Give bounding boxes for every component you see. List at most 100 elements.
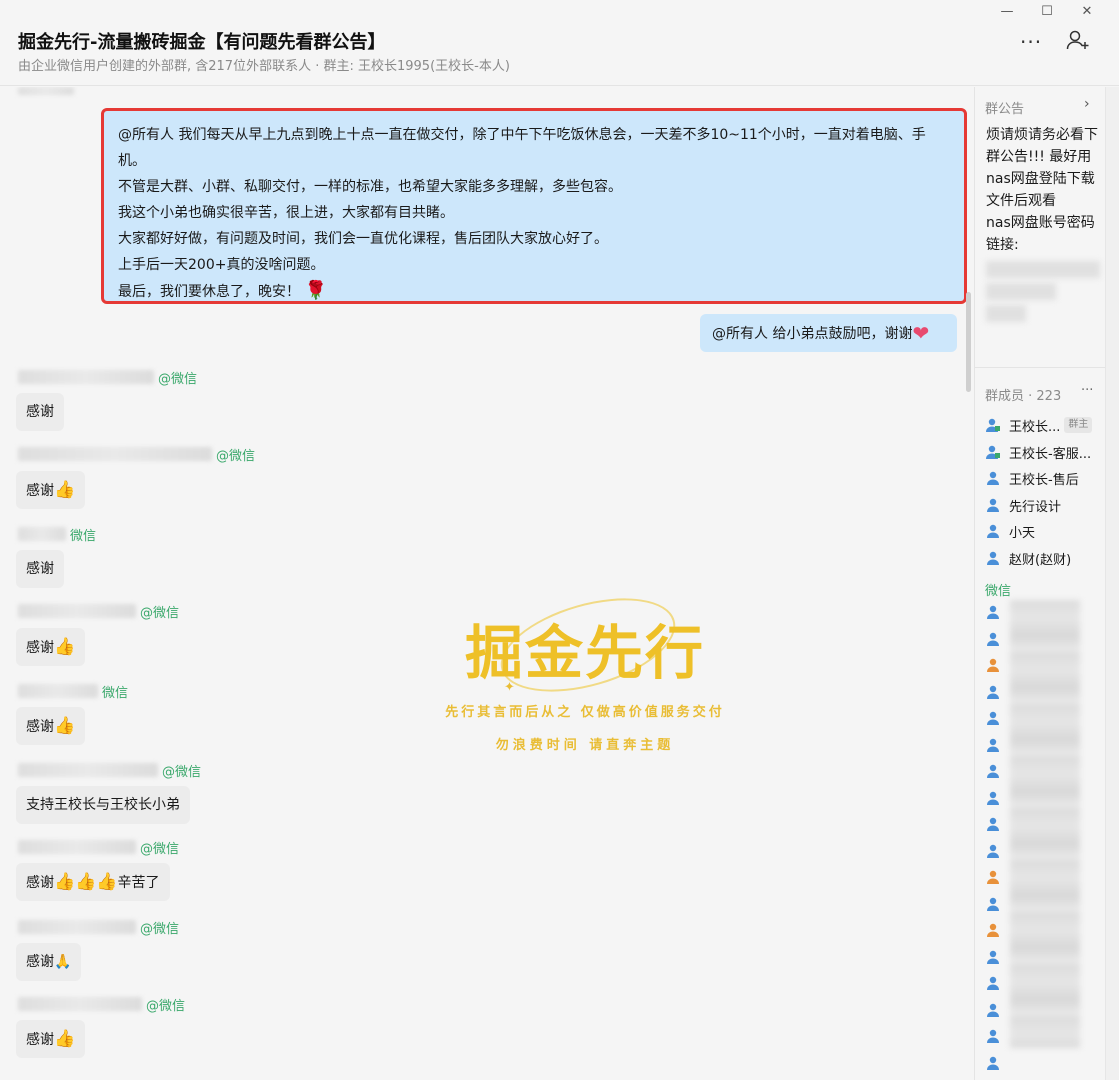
more-options-button[interactable]: ··· <box>1020 30 1042 54</box>
blurred-sender-name <box>18 684 98 698</box>
announcement-message[interactable]: @所有人 我们每天从早上九点到晚上十点一直在做交付，除了中午下午吃饭休息会，一天… <box>101 108 967 304</box>
message-list[interactable]: @所有人 我们每天从早上九点到晚上十点一直在做交付，除了中午下午吃饭休息会，一天… <box>0 87 974 1080</box>
user-icon[interactable] <box>985 684 1001 700</box>
sidebar-scrollbar[interactable] <box>1105 87 1119 1080</box>
member-item[interactable]: 王校长-客服... <box>985 442 1091 462</box>
wechat-tag: @微信 <box>158 371 198 387</box>
announcement-line: 上手后一天200+真的没啥问题。 <box>118 257 325 273</box>
maximize-button[interactable]: ☐ <box>1029 0 1065 22</box>
user-icon[interactable] <box>985 816 1001 832</box>
blurred-member-names <box>1010 600 1080 1048</box>
user-icon[interactable] <box>985 843 1001 859</box>
message-bubble[interactable]: 感谢 <box>16 393 64 431</box>
message-bubble[interactable]: 感谢👍👍👍辛苦了 <box>16 863 170 901</box>
blurred-sender-name <box>18 527 66 541</box>
user-icon[interactable] <box>985 790 1001 806</box>
watermark-logo: 掘金先行 ✦ 先行其言而后从之 仅做高价值服务交付 勿浪费时间 请直奔主题 <box>420 580 750 760</box>
blurred-sender-name <box>18 763 158 777</box>
user-icon[interactable] <box>985 1002 1001 1018</box>
thumbs-up-icon: 👍 <box>75 872 97 892</box>
message-suffix: 辛苦了 <box>117 875 160 891</box>
message-bubble[interactable]: 感谢👍 <box>16 471 86 509</box>
chevron-right-icon[interactable]: › <box>1084 96 1090 112</box>
cheer-text: @所有人 给小弟点鼓励吧，谢谢 <box>712 326 913 342</box>
blurred-sender-name <box>18 920 136 934</box>
user-icon[interactable] <box>985 869 1001 885</box>
user-icon[interactable] <box>985 975 1001 991</box>
message-text: 感谢 <box>26 954 54 970</box>
user-icon[interactable] <box>985 1055 1001 1071</box>
close-button[interactable]: ✕ <box>1069 0 1105 22</box>
user-icon[interactable] <box>985 737 1001 753</box>
member-name: 王校长... <box>1009 419 1061 435</box>
message-sender: @微信 <box>18 446 255 464</box>
chat-window: 掘金先行-流量搬砖掘金【有问题先看群公告】 由企业微信用户创建的外部群, 含21… <box>0 0 1119 1080</box>
user-icon[interactable] <box>985 604 1001 620</box>
user-icon[interactable] <box>985 710 1001 726</box>
member-item[interactable]: 先行设计 <box>985 495 1061 515</box>
cheer-message[interactable]: @所有人 给小弟点鼓励吧，谢谢❤ <box>700 314 957 352</box>
user-icon[interactable] <box>985 896 1001 912</box>
thumbs-up-icon: 👍 <box>96 872 118 892</box>
user-icon[interactable] <box>985 763 1001 779</box>
thumbs-up-icon: 👍 <box>54 1029 76 1049</box>
add-member-icon[interactable] <box>1066 28 1090 52</box>
user-icon[interactable] <box>985 1028 1001 1044</box>
member-item[interactable]: 王校长-售后 <box>985 468 1079 488</box>
group-title: 掘金先行-流量搬砖掘金【有问题先看群公告】 <box>18 32 386 53</box>
user-icon[interactable] <box>985 657 1001 673</box>
message-bubble[interactable]: 感谢👍 <box>16 707 86 745</box>
wechat-tag: 微信 <box>70 528 97 544</box>
message-sender: 微信 <box>18 683 129 701</box>
blurred-link <box>986 261 1100 278</box>
message-sender: @微信 <box>18 762 202 780</box>
user-icon[interactable] <box>985 631 1001 647</box>
wechat-tag: @微信 <box>146 998 186 1014</box>
user-icon[interactable] <box>985 922 1001 938</box>
member-name: 小天 <box>1009 525 1036 541</box>
wechat-tag: @微信 <box>140 605 180 621</box>
message-sender: @微信 <box>18 603 180 621</box>
notice-heading[interactable]: 群公告 <box>985 98 1024 117</box>
message-bubble[interactable]: 感谢🙏 <box>16 943 82 981</box>
blurred-sender-name <box>18 447 212 461</box>
announcement-line: 大家都好好做，有问题及时间，我们会一直优化课程，售后团队大家放心好了。 <box>118 231 608 247</box>
user-icon[interactable] <box>985 949 1001 965</box>
message-bubble[interactable]: 感谢👍 <box>16 628 86 666</box>
user-icon <box>986 445 1000 459</box>
message-sender: 微信 <box>18 526 97 544</box>
member-item[interactable]: 小天 <box>985 521 1035 541</box>
blurred-sender-name <box>18 370 154 384</box>
message-text: 感谢 <box>26 1032 54 1048</box>
announcement-line: 不管是大群、小群、私聊交付，一样的标准，也希望大家能多多理解，多些包容。 <box>118 179 622 195</box>
user-icon <box>987 498 999 512</box>
user-icon <box>986 418 1000 432</box>
message-sender: @微信 <box>18 919 180 937</box>
members-heading[interactable]: 群成员 · 223 <box>985 385 1061 404</box>
wechat-tag: @微信 <box>140 841 180 857</box>
group-notice[interactable]: 烦请烦请务必看下群公告!!! 最好用nas网盘登陆下载文件后观看 nas网盘账号… <box>986 124 1100 322</box>
watermark-title: 掘金先行 <box>464 619 705 687</box>
wechat-tag: 微信 <box>102 685 129 701</box>
thumbs-up-icon: 👍 <box>54 480 76 500</box>
message-text: 感谢 <box>26 483 54 499</box>
message-sender: @微信 <box>18 996 186 1014</box>
watermark-slogan: 先行其言而后从之 仅做高价值服务交付 <box>445 705 725 720</box>
wechat-tag: @微信 <box>162 764 202 780</box>
user-icon <box>987 524 999 538</box>
blurred-sender-name <box>18 997 142 1011</box>
message-bubble[interactable]: 感谢 <box>16 550 64 588</box>
minimize-button[interactable]: — <box>989 0 1025 22</box>
message-text: 感谢 <box>26 719 54 735</box>
members-more-button[interactable]: ··· <box>1081 383 1093 398</box>
message-bubble[interactable]: 感谢👍 <box>16 1020 86 1058</box>
member-item[interactable]: 王校长... 群主 <box>985 415 1093 435</box>
notice-text-2: nas网盘账号密码链接: <box>986 215 1095 253</box>
message-text: 感谢 <box>26 561 54 577</box>
chat-scrollbar[interactable] <box>966 292 971 392</box>
message-bubble[interactable]: 支持王校长与王校长小弟 <box>16 786 190 824</box>
message-text: 感谢 <box>26 875 54 891</box>
member-item[interactable]: 赵财(赵财) <box>985 548 1071 568</box>
wechat-tag: @微信 <box>140 921 180 937</box>
rose-emoji-icon: 🌹 <box>304 280 327 301</box>
